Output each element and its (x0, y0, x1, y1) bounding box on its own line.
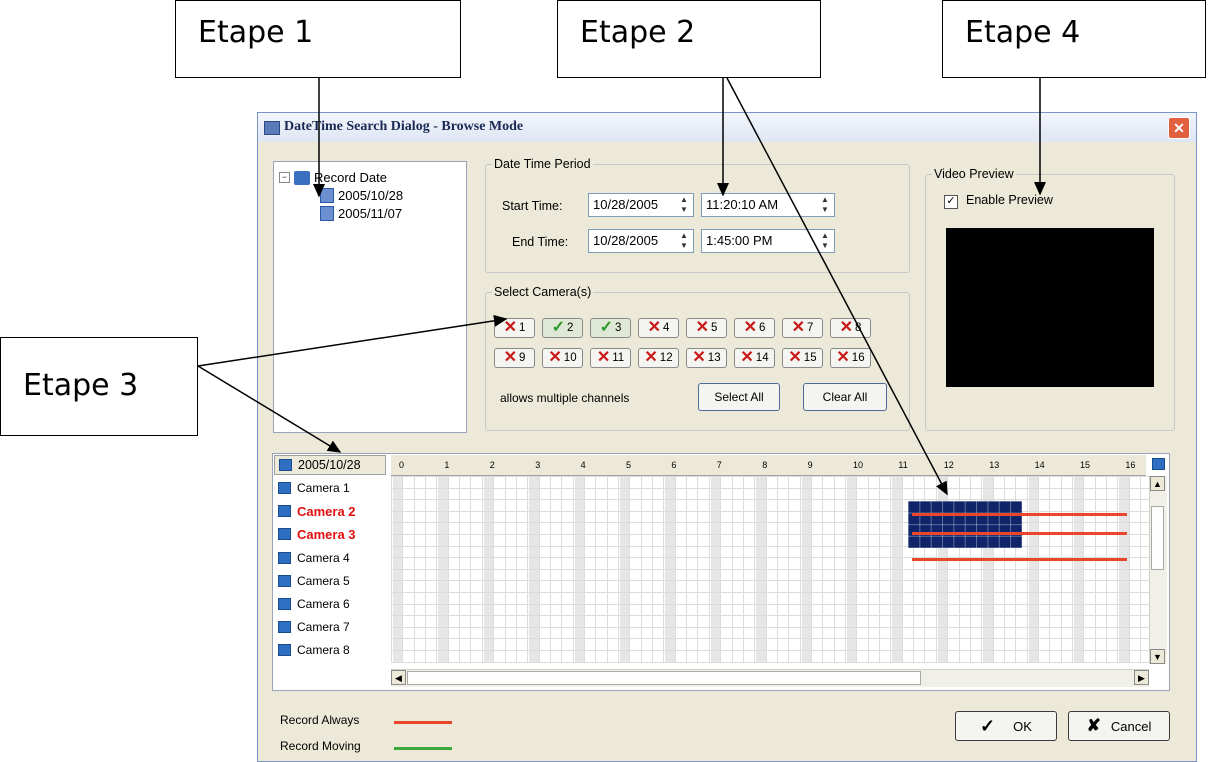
annotation-arrows (197, 77, 1046, 496)
arrow-step2-timeline (726, 77, 948, 496)
arrow-step3-cameras (197, 314, 508, 367)
arrow-step3-date (197, 365, 342, 453)
